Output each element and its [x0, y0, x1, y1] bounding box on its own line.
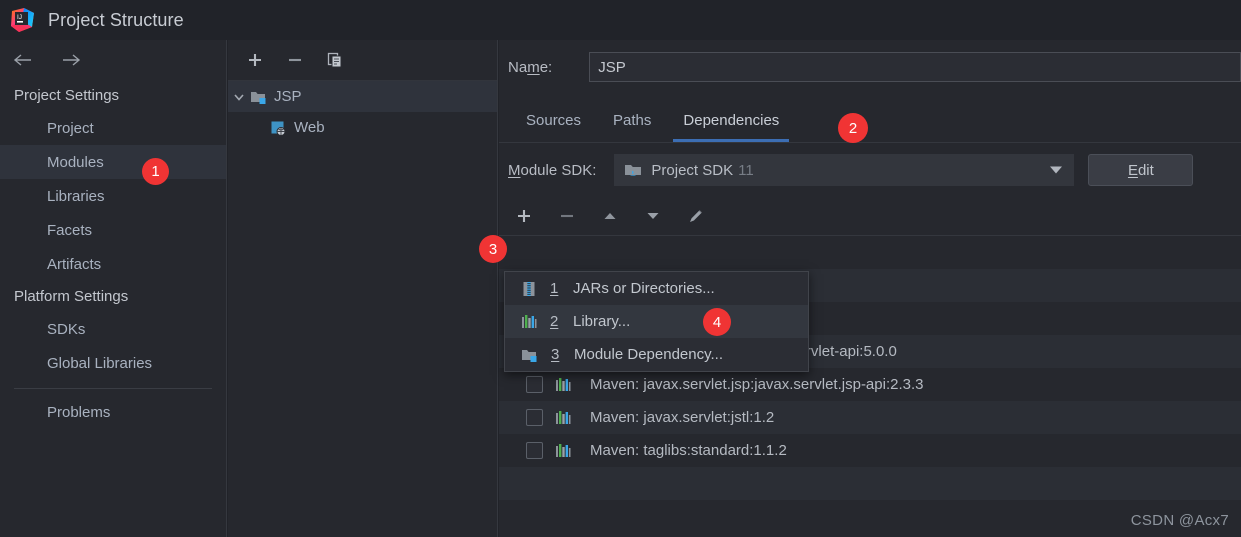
- module-name-input[interactable]: [589, 52, 1241, 82]
- sidebar-group-project-settings: Project Settings: [14, 87, 120, 104]
- dependency-label: Maven: taglibs:standard:1.1.2: [590, 442, 787, 459]
- table-row[interactable]: Maven: javax.servlet.jsp:javax.servlet.j…: [499, 368, 1241, 401]
- module-tree-panel: JSP Web: [228, 40, 498, 537]
- sidebar-divider: [14, 388, 212, 389]
- module-sdk-value: Project SDK: [651, 161, 734, 179]
- sidebar-item-artifacts[interactable]: Artifacts: [0, 247, 226, 281]
- add-dependency-button[interactable]: [513, 205, 535, 227]
- module-sdk-combobox[interactable]: Project SDK 11: [614, 154, 1075, 186]
- tree-node-jsp[interactable]: JSP: [228, 81, 497, 112]
- tab-sources[interactable]: Sources: [510, 112, 597, 142]
- tab-dependencies[interactable]: Dependencies: [667, 112, 795, 142]
- menu-item-jars-or-directories[interactable]: 1 JARs or Directories...: [505, 272, 808, 305]
- sidebar-item-problems[interactable]: Problems: [0, 395, 226, 429]
- web-facet-icon: [271, 121, 286, 136]
- module-folder-icon: [251, 91, 266, 104]
- back-arrow-icon[interactable]: [10, 48, 36, 72]
- watermark: CSDN @Acx7: [1130, 512, 1229, 529]
- module-sdk-row: Module SDK: Project SDK 11 Edit: [499, 143, 1241, 197]
- move-down-button[interactable]: [642, 205, 664, 227]
- menu-item-label: Module Dependency...: [574, 346, 723, 363]
- add-dependency-menu: 1 JARs or Directories... 2 Library... 3 …: [504, 271, 809, 372]
- table-row[interactable]: Maven: javax.servlet:jstl:1.2: [499, 401, 1241, 434]
- jdk-folder-icon: [625, 164, 642, 176]
- library-icon: [555, 443, 571, 458]
- step-badge-3: 3: [479, 235, 507, 263]
- menu-item-label: Library...: [573, 313, 631, 330]
- jar-icon: [523, 281, 535, 296]
- tree-node-web[interactable]: Web: [228, 112, 497, 143]
- sidebar-group-platform-settings: Platform Settings: [14, 288, 129, 305]
- copy-icon[interactable]: [324, 49, 346, 71]
- table-row[interactable]: Maven: taglibs:standard:1.1.2: [499, 434, 1241, 467]
- edit-sdk-button[interactable]: Edit: [1088, 154, 1194, 186]
- sidebar-item-sdks[interactable]: SDKs: [0, 312, 226, 346]
- forward-arrow-icon[interactable]: [58, 48, 84, 72]
- module-sdk-version: 11: [738, 161, 754, 179]
- tab-paths[interactable]: Paths: [597, 112, 667, 142]
- library-icon: [555, 410, 571, 425]
- window-title: Project Structure: [48, 9, 184, 30]
- dependency-checkbox[interactable]: [526, 409, 543, 426]
- project-structure-dialog: IJ Project Structure Project Settings Pr…: [0, 0, 1241, 537]
- menu-item-number: 3: [551, 346, 560, 363]
- dependency-checkbox[interactable]: [526, 376, 543, 393]
- library-icon: [555, 377, 571, 392]
- step-badge-2: 2: [838, 113, 868, 143]
- step-badge-4: 4: [703, 308, 731, 336]
- svg-text:IJ: IJ: [17, 14, 22, 21]
- library-icon: [522, 315, 537, 328]
- module-name-row: Name:: [499, 40, 1241, 94]
- dependencies-toolbar: [499, 197, 1241, 236]
- minus-icon[interactable]: [284, 49, 306, 71]
- navigation-arrows: [0, 40, 226, 80]
- menu-item-label: JARs or Directories...: [573, 280, 715, 297]
- menu-item-number: 1: [550, 280, 559, 297]
- dependency-row-blank: [499, 236, 1241, 269]
- edit-dependency-button[interactable]: [685, 205, 707, 227]
- move-up-button[interactable]: [599, 205, 621, 227]
- chevron-down-icon[interactable]: [228, 91, 250, 103]
- dependency-row-blank: [499, 467, 1241, 500]
- menu-item-number: 2: [550, 313, 559, 330]
- module-folder-icon: [522, 349, 537, 362]
- tree-node-web-label: Web: [294, 119, 325, 136]
- remove-dependency-button[interactable]: [556, 205, 578, 227]
- sidebar-item-project[interactable]: Project: [0, 111, 226, 145]
- title-bar: IJ Project Structure: [0, 0, 1241, 40]
- sidebar-item-libraries[interactable]: Libraries: [0, 179, 226, 213]
- module-tabs: Sources Paths Dependencies: [499, 94, 1241, 143]
- dependency-checkbox[interactable]: [526, 442, 543, 459]
- dependency-label: Maven: javax.servlet.jsp:javax.servlet.j…: [590, 376, 924, 393]
- tree-node-jsp-label: JSP: [274, 88, 302, 105]
- step-badge-1: 1: [142, 158, 169, 185]
- plus-icon[interactable]: [244, 49, 266, 71]
- sidebar-item-modules-label: Modules: [47, 153, 104, 171]
- chevron-down-icon[interactable]: [1050, 166, 1063, 174]
- sidebar-item-modules[interactable]: Modules: [0, 145, 226, 179]
- dependency-label: Maven: javax.servlet:jstl:1.2: [590, 409, 775, 426]
- module-name-label: Name:: [508, 58, 553, 76]
- sidebar-item-global-libraries[interactable]: Global Libraries: [0, 346, 226, 380]
- intellij-idea-logo-icon: IJ: [10, 7, 36, 33]
- settings-sidebar: Project Settings Project Modules Librari…: [0, 40, 227, 537]
- menu-item-library[interactable]: 2 Library...: [505, 305, 808, 338]
- module-sdk-label: Module SDK:: [508, 161, 597, 179]
- menu-item-module-dependency[interactable]: 3 Module Dependency...: [505, 338, 808, 371]
- sidebar-item-facets[interactable]: Facets: [0, 213, 226, 247]
- module-tree-toolbar: [228, 40, 497, 81]
